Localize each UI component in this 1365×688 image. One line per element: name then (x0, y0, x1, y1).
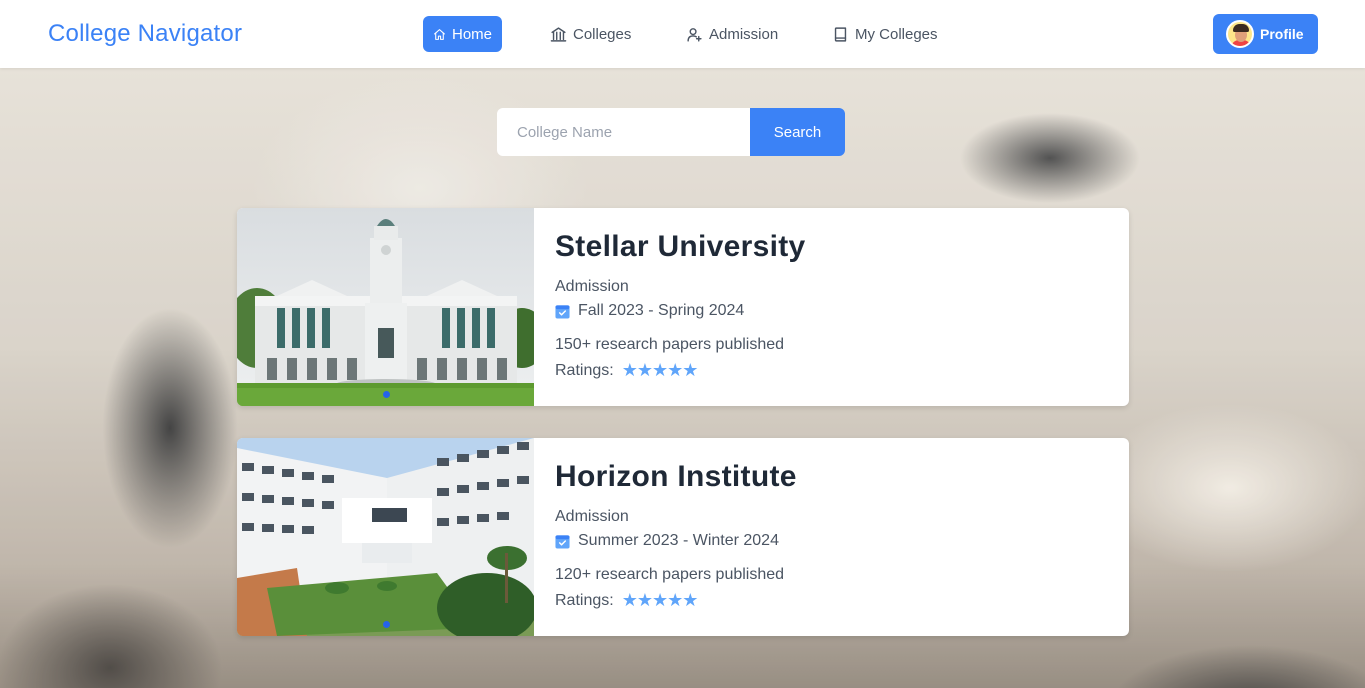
ratings-label: Ratings: (555, 591, 614, 609)
avatar (1226, 20, 1254, 48)
profile-button[interactable]: Profile (1213, 14, 1318, 54)
nav-colleges-label: Colleges (573, 25, 632, 43)
nav-my-colleges-label: My Colleges (855, 25, 938, 43)
carousel-indicator[interactable] (383, 621, 390, 628)
college-card[interactable]: Stellar University Admission Fall 2023 -… (237, 208, 1129, 406)
admission-term: Summer 2023 - Winter 2024 (555, 532, 797, 550)
college-info: Horizon Institute Admission Summer 2023 … (534, 438, 797, 636)
college-image[interactable] (237, 208, 534, 406)
nav-admission[interactable]: Admission (676, 16, 788, 52)
college-image[interactable] (237, 438, 534, 636)
admission-label: Admission (555, 278, 629, 295)
calendar-icon (555, 534, 570, 549)
nav-home-label: Home (451, 25, 492, 43)
ratings: Ratings: ★★★★★ (555, 590, 797, 611)
search-bar: Search (497, 108, 845, 156)
user-plus-icon (687, 27, 702, 42)
search-button[interactable]: Search (750, 108, 845, 156)
brand-title[interactable]: College Navigator (48, 20, 242, 48)
admission-term: Fall 2023 - Spring 2024 (555, 302, 806, 320)
star-rating-icon: ★★★★★ (621, 590, 699, 611)
term-text: Fall 2023 - Spring 2024 (578, 302, 745, 319)
home-icon (434, 28, 445, 40)
college-name[interactable]: Horizon Institute (555, 460, 797, 494)
nav-home[interactable]: Home (423, 16, 502, 52)
college-name[interactable]: Stellar University (555, 230, 806, 264)
calendar-icon (555, 304, 570, 319)
profile-label: Profile (1260, 26, 1304, 42)
term-text: Summer 2023 - Winter 2024 (578, 532, 779, 549)
top-navbar: College Navigator Home Colleges Admissio… (0, 0, 1365, 68)
research-papers: 150+ research papers published (555, 336, 785, 353)
ratings: Ratings: ★★★★★ (555, 360, 806, 381)
building-columns-icon (550, 26, 567, 42)
nav-my-colleges[interactable]: My Colleges (822, 16, 948, 52)
admission-label: Admission (555, 508, 629, 525)
research-papers: 120+ research papers published (555, 566, 785, 583)
carousel-indicator[interactable] (383, 391, 390, 398)
ratings-label: Ratings: (555, 361, 614, 379)
star-rating-icon: ★★★★★ (621, 360, 699, 381)
book-icon (834, 26, 847, 42)
college-card[interactable]: Horizon Institute Admission Summer 2023 … (237, 438, 1129, 636)
nav-colleges[interactable]: Colleges (540, 16, 641, 52)
college-info: Stellar University Admission Fall 2023 -… (534, 208, 806, 406)
nav-admission-label: Admission (709, 25, 779, 43)
search-input[interactable] (497, 108, 750, 156)
